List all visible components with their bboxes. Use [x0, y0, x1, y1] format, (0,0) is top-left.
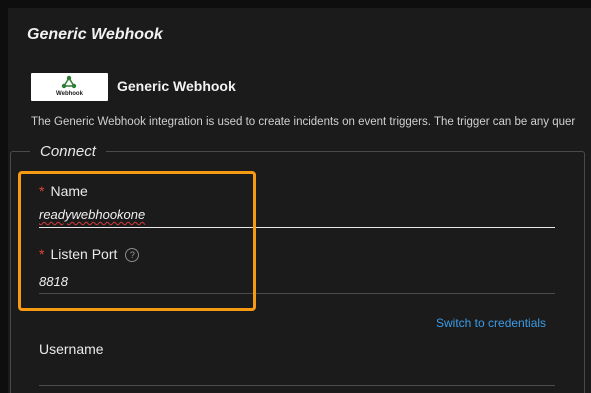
username-field-label: Username — [39, 341, 104, 357]
highlight-annotation — [18, 171, 256, 311]
integration-name: Generic Webhook — [117, 78, 236, 94]
connect-legend: Connect — [30, 143, 106, 160]
switch-to-credentials-link[interactable]: Switch to credentials — [436, 316, 546, 330]
dialog-title: Generic Webhook — [27, 26, 163, 43]
username-input[interactable] — [39, 364, 555, 382]
integration-logo: Webhook — [31, 73, 108, 101]
webhook-icon — [61, 75, 77, 89]
integration-description: The Generic Webhook integration is used … — [31, 116, 576, 128]
logo-label: Webhook — [56, 91, 83, 97]
username-input-underline — [39, 385, 555, 386]
